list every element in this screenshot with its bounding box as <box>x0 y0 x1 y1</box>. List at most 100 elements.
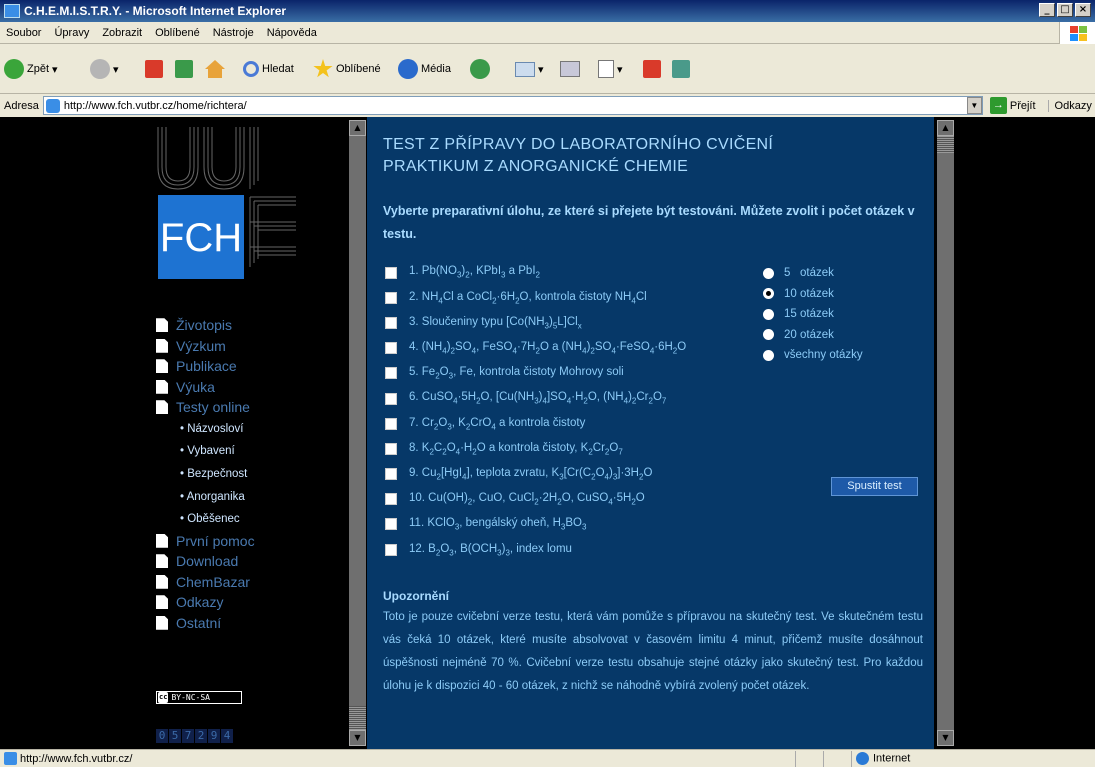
nav-subitem-bezpecnost[interactable]: • Bezpečnost <box>156 463 255 486</box>
menu-tools[interactable]: Nástroje <box>213 27 254 39</box>
scroll-down-icon[interactable]: ▼ <box>937 730 954 746</box>
address-dropdown-icon[interactable]: ▼ <box>966 97 982 114</box>
task-item[interactable]: 6. CuSO4·5H2O, [Cu(NH3)4]SO4·H2O, (NH4)2… <box>385 386 686 411</box>
title-line-1: TEST Z PŘÍPRAVY DO LABORATORNÍHO CVIČENÍ <box>383 136 774 153</box>
nav-item-prvni-pomoc[interactable]: První pomoc <box>156 530 255 551</box>
radio-button[interactable] <box>763 288 774 300</box>
task-checkbox[interactable] <box>385 493 397 506</box>
menu-favorites[interactable]: Oblíbené <box>155 27 200 39</box>
address-url: http://www.fch.vutbr.cz/home/richtera/ <box>63 99 247 112</box>
radio-button[interactable] <box>763 329 774 341</box>
minimize-button[interactable]: _ <box>1039 3 1055 17</box>
cc-icon: cc <box>158 692 169 703</box>
search-button[interactable]: Hledat <box>243 57 294 81</box>
go-arrow-icon: → <box>989 97 1007 114</box>
task-item[interactable]: 2. NH4Cl a CoCl2·6H2O, kontrola čistoty … <box>385 285 686 310</box>
radio-button[interactable] <box>763 308 774 320</box>
nav-label: Odkazy <box>176 594 224 611</box>
task-item[interactable]: 5. Fe2O3, Fe, kontrola čistoty Mohrovy s… <box>385 361 686 386</box>
task-checkbox[interactable] <box>385 291 397 304</box>
nav-item-zivotopis[interactable]: Životopis <box>156 315 255 336</box>
refresh-button[interactable] <box>175 57 193 81</box>
task-item[interactable]: 1. Pb(NO3)2, KPbI3 a PbI2 <box>385 260 686 285</box>
back-button[interactable]: Zpět ▾ <box>4 57 58 81</box>
task-item[interactable]: 9. Cu2[HgI4], teplota zvratu, K3[Cr(C2O4… <box>385 462 686 487</box>
question-count-option[interactable]: 10 otázek <box>763 284 863 305</box>
task-checkbox[interactable] <box>385 342 397 355</box>
mail-button[interactable]: ▾ <box>515 57 544 81</box>
question-count-option[interactable]: 5 otázek <box>763 263 863 284</box>
menu-help[interactable]: Nápověda <box>267 27 317 39</box>
scroll-up-icon[interactable]: ▲ <box>937 120 954 136</box>
address-input[interactable]: http://www.fch.vutbr.cz/home/richtera/ <box>42 96 983 115</box>
print-button[interactable] <box>560 57 580 81</box>
task-item[interactable]: 3. Sloučeniny typu [Co(NH3)5L]Clx <box>385 310 686 335</box>
radio-label: 20 otázek <box>784 328 834 341</box>
forward-button[interactable]: ▾ <box>90 57 119 81</box>
left-frame-scrollbar[interactable]: ▲ ▼ <box>349 120 366 746</box>
radio-button[interactable] <box>763 349 774 361</box>
task-item[interactable]: 8. K2C2O4·H2O a kontrola čistoty, K2Cr2O… <box>385 436 686 461</box>
history-button[interactable] <box>470 57 490 81</box>
media-button[interactable]: Média <box>398 57 451 81</box>
task-item[interactable]: 12. B2O3, B(OCH3)3, index lomu <box>385 537 686 562</box>
go-button[interactable]: → Přejít <box>989 97 1036 114</box>
close-button[interactable]: × <box>1075 3 1091 17</box>
scroll-down-icon[interactable]: ▼ <box>349 730 366 746</box>
nav-subitem-vybaveni[interactable]: • Vybavení <box>156 440 255 463</box>
scroll-up-icon[interactable]: ▲ <box>349 120 366 136</box>
scroll-thumb[interactable] <box>349 706 366 730</box>
nav-sublabel: • Bezpečnost <box>180 467 248 480</box>
question-count-option[interactable]: všechny otázky <box>763 345 863 366</box>
discuss-icon <box>643 60 661 78</box>
menu-file[interactable]: Soubor <box>6 27 41 39</box>
task-item[interactable]: 10. Cu(OH)2, CuO, CuCl2·2H2O, CuSO4·5H2O <box>385 487 686 512</box>
task-checkbox[interactable] <box>385 316 397 329</box>
star-icon <box>313 59 333 78</box>
nav-item-vyzkum[interactable]: Výzkum <box>156 336 255 357</box>
question-count-option[interactable]: 20 otázek <box>763 325 863 346</box>
home-button[interactable] <box>205 57 225 81</box>
edit-button[interactable]: ▾ <box>598 57 623 81</box>
nav-item-vyuka[interactable]: Výuka <box>156 377 255 398</box>
task-checkbox[interactable] <box>385 417 397 430</box>
document-icon <box>156 379 168 394</box>
favorites-button[interactable]: Oblíbené <box>313 57 381 81</box>
task-checkbox[interactable] <box>385 392 397 405</box>
task-checkbox[interactable] <box>385 543 397 556</box>
task-item[interactable]: 7. Cr2O3, K2CrO4 a kontrola čistoty <box>385 411 686 436</box>
nav-item-download[interactable]: Download <box>156 551 255 572</box>
nav-subitem-nazvoslovi[interactable]: • Názvosloví <box>156 418 255 441</box>
nav-sublabel: • Názvosloví <box>180 422 244 435</box>
visit-counter: 0 5 7 2 9 4 <box>156 729 233 743</box>
task-checkbox[interactable] <box>385 518 397 531</box>
run-test-button[interactable]: Spustit test <box>831 477 918 496</box>
task-checkbox[interactable] <box>385 266 397 279</box>
cc-license-badge[interactable]: cc BY-NC-SA <box>156 691 242 704</box>
question-count-option[interactable]: 15 otázek <box>763 304 863 325</box>
menu-view[interactable]: Zobrazit <box>102 27 142 39</box>
main-frame-scrollbar[interactable]: ▲ ▼ <box>937 120 954 746</box>
test-panel: TEST Z PŘÍPRAVY DO LABORATORNÍHO CVIČENÍ… <box>367 117 934 749</box>
discuss-button[interactable] <box>643 57 661 81</box>
messenger-button[interactable] <box>672 57 690 81</box>
task-item[interactable]: 11. KClO3, bengálský oheň, H3BO3 <box>385 512 686 537</box>
status-pane <box>795 751 823 767</box>
task-item[interactable]: 4. (NH4)2SO4, FeSO4·7H2O a (NH4)2SO4·FeS… <box>385 336 686 361</box>
nav-item-chembazar[interactable]: ChemBazar <box>156 571 255 592</box>
radio-button[interactable] <box>763 267 774 279</box>
nav-item-ostatni[interactable]: Ostatní <box>156 612 255 633</box>
stop-button[interactable] <box>145 57 163 81</box>
nav-subitem-obesenec[interactable]: • Oběšenec <box>156 508 255 531</box>
nav-item-odkazy[interactable]: Odkazy <box>156 592 255 613</box>
task-checkbox[interactable] <box>385 468 397 481</box>
nav-item-testy-online[interactable]: Testy online <box>156 397 255 418</box>
task-checkbox[interactable] <box>385 367 397 380</box>
scroll-thumb[interactable] <box>937 136 954 153</box>
maximize-button[interactable]: □ <box>1057 3 1073 17</box>
links-button[interactable]: Odkazy <box>1047 99 1092 112</box>
task-checkbox[interactable] <box>385 442 397 455</box>
nav-subitem-anorganika[interactable]: • Anorganika <box>156 485 255 508</box>
menu-edit[interactable]: Úpravy <box>54 27 89 39</box>
nav-item-publikace[interactable]: Publikace <box>156 356 255 377</box>
